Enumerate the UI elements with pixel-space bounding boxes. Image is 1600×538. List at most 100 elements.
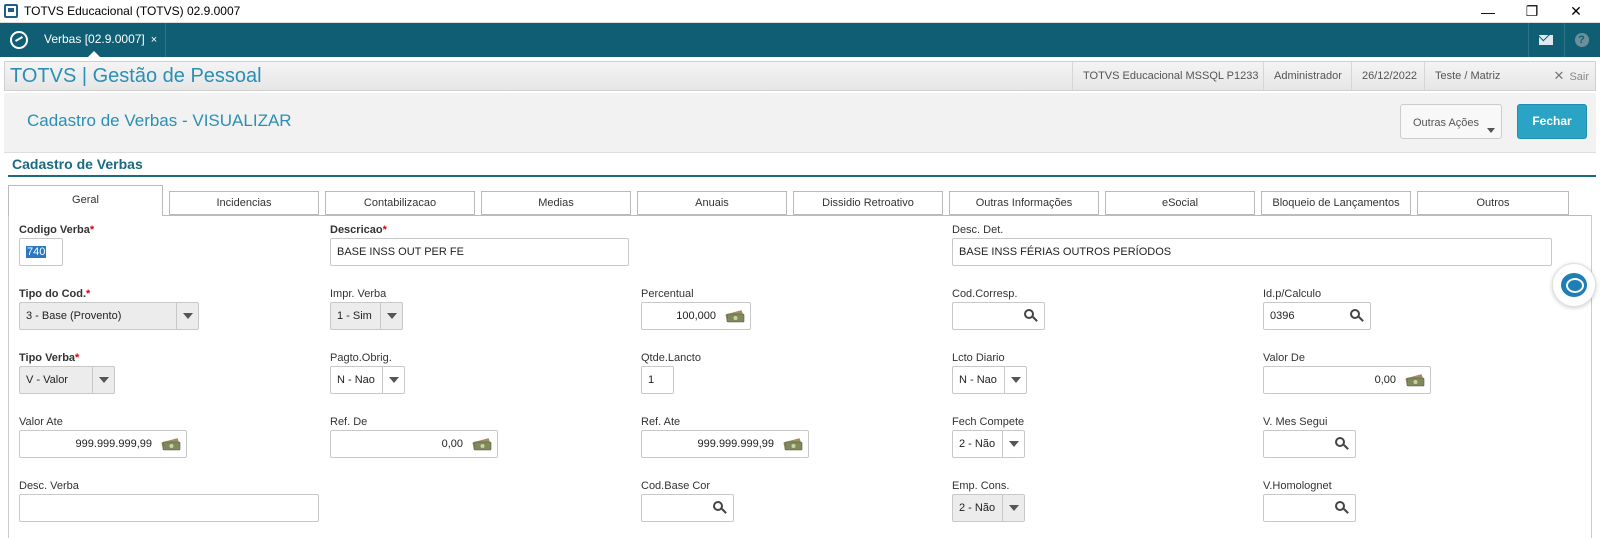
- app-brand: TOTVS | Gestão de Pessoal: [10, 65, 262, 87]
- module-tab-bar: Verbas [02.9.0007] × ?: [0, 23, 1600, 57]
- window-title: TOTVS Educacional (TOTVS) 02.9.0007: [24, 4, 241, 18]
- tab-contabilizacao[interactable]: Contabilizacao: [325, 191, 475, 215]
- tipo-verba-select[interactable]: V - Valor: [19, 366, 115, 394]
- company-info: Teste / Matriz: [1424, 62, 1510, 90]
- logout-icon: ✕: [1553, 68, 1565, 83]
- emp-cons-select[interactable]: 2 - Não: [952, 494, 1025, 522]
- tab-incidencias[interactable]: Incidencias: [169, 191, 319, 215]
- percentual-label: Percentual: [641, 288, 694, 300]
- chevron-down-icon: [1004, 367, 1026, 393]
- valor-de-label: Valor De: [1263, 352, 1305, 364]
- v-homolognet-label: V.Homolognet: [1263, 480, 1332, 492]
- chevron-down-icon: [1002, 495, 1024, 521]
- close-window-button[interactable]: ✕: [1554, 0, 1598, 23]
- desc-det-label: Desc. Det.: [952, 224, 1004, 236]
- tipo-cod-select[interactable]: 3 - Base (Provento): [19, 302, 199, 330]
- restore-button[interactable]: ❐: [1510, 0, 1554, 23]
- money-icon: [783, 438, 803, 451]
- environment-info: TOTVS Educacional MSSQL P1233: [1072, 62, 1268, 90]
- tab-medias[interactable]: Medias: [481, 191, 631, 215]
- tab-bloqueio-lancamentos[interactable]: Bloqueio de Lançamentos: [1261, 191, 1411, 215]
- search-icon[interactable]: [1335, 437, 1349, 451]
- desc-det-field[interactable]: BASE INSS FÉRIAS OUTROS PERÍODOS: [952, 238, 1552, 266]
- totvs-logo-icon[interactable]: [10, 31, 28, 49]
- tipo-verba-label: Tipo Verba*: [19, 352, 80, 364]
- desc-verba-label: Desc. Verba: [19, 480, 79, 492]
- v-mes-segui-label: V. Mes Segui: [1263, 416, 1328, 428]
- money-icon: [1405, 374, 1425, 387]
- search-icon[interactable]: [1024, 309, 1038, 323]
- tab-outros[interactable]: Outros: [1417, 191, 1569, 215]
- lcto-diario-label: Lcto Diario: [952, 352, 1005, 364]
- chevron-down-icon: [176, 303, 198, 329]
- tab-close-icon[interactable]: ×: [151, 34, 157, 46]
- chevron-down-icon: [382, 367, 404, 393]
- tab-geral[interactable]: Geral: [8, 185, 163, 216]
- ref-de-label: Ref. De: [330, 416, 368, 428]
- assistant-button[interactable]: [1552, 263, 1596, 307]
- tab-verbas-label: Verbas [02.9.0007]: [44, 32, 145, 46]
- app-icon: [4, 4, 18, 18]
- money-icon: [725, 310, 745, 323]
- tab-dissidio-retroativo[interactable]: Dissidio Retroativo: [793, 191, 943, 215]
- chevron-down-icon: [1487, 128, 1495, 133]
- pagto-obrig-label: Pagto.Obrig.: [330, 352, 392, 364]
- other-actions-label: Outras Ações: [1413, 117, 1480, 129]
- page-title: Cadastro de Verbas - VISUALIZAR: [27, 111, 292, 130]
- emp-cons-label: Emp. Cons.: [952, 480, 1010, 492]
- active-tab-caret-icon: [88, 51, 100, 57]
- tab-verbas[interactable]: Verbas [02.9.0007] ×: [36, 23, 167, 57]
- fech-compete-label: Fech Compete: [952, 416, 1025, 428]
- qtde-lancto-label: Qtde.Lancto: [641, 352, 701, 364]
- tab-outras-informacoes[interactable]: Outras Informações: [949, 191, 1099, 215]
- cod-corresp-label: Cod.Corresp.: [952, 288, 1018, 300]
- chevron-down-icon: [380, 303, 402, 329]
- logout-label: Sair: [1569, 71, 1589, 83]
- close-button[interactable]: Fechar: [1517, 104, 1587, 139]
- valor-ate-field[interactable]: 999.999.999,99: [19, 430, 187, 458]
- ref-ate-label: Ref. Ate: [641, 416, 681, 428]
- lcto-diario-select[interactable]: N - Nao: [952, 366, 1027, 394]
- descricao-label: Descricao*: [330, 224, 387, 236]
- money-icon: [472, 438, 492, 451]
- pagto-obrig-select[interactable]: N - Nao: [330, 366, 405, 394]
- search-icon[interactable]: [1350, 309, 1364, 323]
- minimize-button[interactable]: —: [1466, 0, 1510, 23]
- logout-button[interactable]: ✕ Sair: [1554, 62, 1589, 90]
- form-tabs: Geral Incidencias Contabilizacao Medias …: [8, 185, 1596, 216]
- money-icon: [161, 438, 181, 451]
- search-icon[interactable]: [1335, 501, 1349, 515]
- mail-icon: [1538, 35, 1553, 45]
- cod-base-cor-label: Cod.Base Cor: [641, 480, 711, 492]
- user-info: Administrador: [1263, 62, 1352, 90]
- page-header: Cadastro de Verbas - VISUALIZAR: [4, 93, 1596, 153]
- ref-de-field[interactable]: 0,00: [330, 430, 498, 458]
- valor-ate-label: Valor Ate: [19, 416, 63, 428]
- other-actions-button[interactable]: Outras Ações: [1400, 104, 1502, 139]
- search-icon[interactable]: [713, 501, 727, 515]
- fech-compete-select[interactable]: 2 - Não: [952, 430, 1025, 458]
- qtde-lancto-field[interactable]: 1: [641, 366, 674, 394]
- tab-anuais[interactable]: Anuais: [637, 191, 787, 215]
- section-divider: [8, 175, 1596, 177]
- ref-ate-field[interactable]: 999.999.999,99: [641, 430, 809, 458]
- messages-button[interactable]: [1528, 23, 1562, 57]
- date-info: 26/12/2022: [1351, 62, 1427, 90]
- chat-icon: [1561, 273, 1587, 297]
- impr-verba-label: Impr. Verba: [330, 288, 387, 300]
- tipo-cod-label: Tipo do Cod.*: [19, 288, 91, 300]
- descricao-field[interactable]: BASE INSS OUT PER FE: [330, 238, 629, 266]
- percentual-field[interactable]: 100,000: [641, 302, 751, 330]
- chevron-down-icon: [1002, 431, 1024, 457]
- tab-esocial[interactable]: eSocial: [1105, 191, 1255, 215]
- codigo-verba-field[interactable]: 740: [19, 238, 63, 266]
- impr-verba-select[interactable]: 1 - Sim: [330, 302, 403, 330]
- app-header: TOTVS | Gestão de Pessoal TOTVS Educacio…: [4, 61, 1596, 91]
- help-icon: ?: [1574, 33, 1589, 47]
- help-button[interactable]: ?: [1564, 23, 1598, 57]
- valor-de-field[interactable]: 0,00: [1263, 366, 1431, 394]
- codigo-verba-label: Codigo Verba*: [19, 224, 95, 236]
- id-calculo-label: Id.p/Calculo: [1263, 288, 1322, 300]
- section-title: Cadastro de Verbas: [12, 156, 143, 172]
- desc-verba-field[interactable]: [19, 494, 319, 522]
